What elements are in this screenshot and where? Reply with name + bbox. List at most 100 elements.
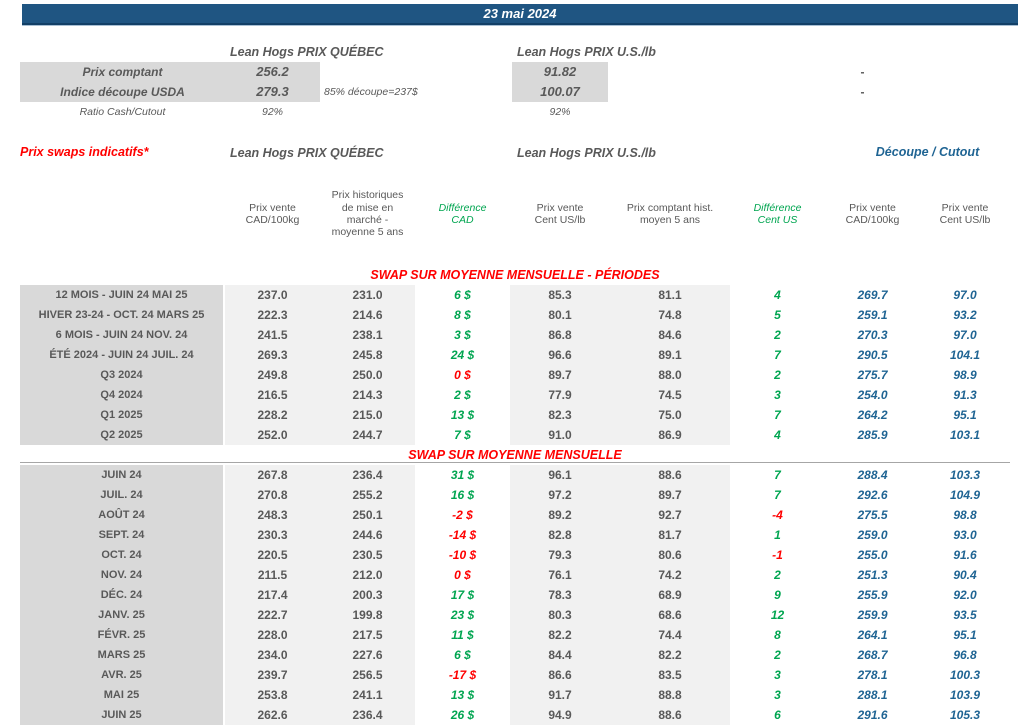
period-prix-vente-cad: 228.2	[225, 405, 320, 425]
month-prix-vente-us: 97.2	[510, 485, 610, 505]
month-cutout-us: 92.0	[920, 585, 1010, 605]
month-prix-historique-cad: 241.1	[320, 685, 415, 705]
month-prix-historique-cad: 212.0	[320, 565, 415, 585]
cutout-header: Découpe / Cutout	[835, 145, 1020, 159]
cutout-85-note: 85% découpe=237$	[324, 82, 504, 102]
month-cutout-us: 105.3	[920, 705, 1010, 725]
month-difference-cad: -10 $	[415, 545, 510, 565]
month-prix-historique-cad: 236.4	[320, 465, 415, 485]
period-prix-vente-us: 82.3	[510, 405, 610, 425]
month-cutout-cad: 278.1	[825, 665, 920, 685]
month-difference-cad: 6 $	[415, 645, 510, 665]
period-cutout-us: 98.9	[920, 365, 1010, 385]
period-row-label: Q2 2025	[20, 425, 225, 445]
month-cutout-cad: 255.0	[825, 545, 920, 565]
month-prix-historique-cad: 255.2	[320, 485, 415, 505]
month-prix-comptant-hist-us: 74.4	[610, 625, 730, 645]
month-cutout-cad: 292.6	[825, 485, 920, 505]
swaps-title: Prix swaps indicatifs*	[20, 145, 149, 159]
month-row-label: AVR. 25	[20, 665, 225, 685]
column-header-spacer	[20, 180, 225, 248]
month-row-label: MARS 25	[20, 645, 225, 665]
month-prix-vente-us: 84.4	[510, 645, 610, 665]
month-prix-comptant-hist-us: 68.9	[610, 585, 730, 605]
period-cutout-cad: 285.9	[825, 425, 920, 445]
period-row-label: HIVER 23-24 - OCT. 24 MARS 25	[20, 305, 225, 325]
spot-row-label: Ratio Cash/Cutout	[20, 102, 225, 122]
month-prix-vente-cad: 211.5	[225, 565, 320, 585]
month-cutout-us: 104.9	[920, 485, 1010, 505]
month-prix-vente-us: 86.6	[510, 665, 610, 685]
period-prix-comptant-hist-us: 74.5	[610, 385, 730, 405]
month-cutout-us: 91.6	[920, 545, 1010, 565]
spot-dash: -	[825, 82, 900, 102]
period-difference-us: 4	[730, 285, 825, 305]
month-prix-comptant-hist-us: 82.2	[610, 645, 730, 665]
month-prix-historique-cad: 200.3	[320, 585, 415, 605]
month-difference-cad: 0 $	[415, 565, 510, 585]
month-cutout-cad: 275.5	[825, 505, 920, 525]
period-prix-comptant-hist-us: 75.0	[610, 405, 730, 425]
divider-line	[20, 462, 1010, 463]
month-prix-historique-cad: 227.6	[320, 645, 415, 665]
period-cutout-cad: 269.7	[825, 285, 920, 305]
month-prix-historique-cad: 217.5	[320, 625, 415, 645]
period-prix-vente-us: 85.3	[510, 285, 610, 305]
spot-quebec-value: 279.3	[225, 82, 320, 102]
spot-row-label: Indice découpe USDA	[20, 82, 225, 102]
period-cutout-us: 97.0	[920, 325, 1010, 345]
month-row-label: MAI 25	[20, 685, 225, 705]
month-prix-vente-us: 82.8	[510, 525, 610, 545]
month-prix-comptant-hist-us: 89.7	[610, 485, 730, 505]
spot-row-label: Prix comptant	[20, 62, 225, 82]
month-row-label: SEPT. 24	[20, 525, 225, 545]
period-difference-us: 7	[730, 345, 825, 365]
month-prix-vente-us: 82.2	[510, 625, 610, 645]
month-prix-vente-us: 79.3	[510, 545, 610, 565]
month-cutout-cad: 255.9	[825, 585, 920, 605]
period-prix-comptant-hist-us: 81.1	[610, 285, 730, 305]
month-difference-us: 12	[730, 605, 825, 625]
month-prix-vente-cad: 267.8	[225, 465, 320, 485]
month-cutout-cad: 291.6	[825, 705, 920, 725]
date-banner: 23 mai 2024	[22, 4, 1018, 25]
period-difference-cad: 6 $	[415, 285, 510, 305]
period-prix-vente-us: 91.0	[510, 425, 610, 445]
month-difference-cad: 23 $	[415, 605, 510, 625]
swaps-quebec-header: Lean Hogs PRIX QUÉBEC	[230, 145, 384, 161]
month-prix-vente-us: 96.1	[510, 465, 610, 485]
period-prix-comptant-hist-us: 89.1	[610, 345, 730, 365]
month-cutout-us: 100.3	[920, 665, 1010, 685]
month-prix-vente-us: 91.7	[510, 685, 610, 705]
month-difference-us: 7	[730, 465, 825, 485]
period-difference-us: 2	[730, 365, 825, 385]
month-prix-comptant-hist-us: 81.7	[610, 525, 730, 545]
month-cutout-cad: 268.7	[825, 645, 920, 665]
month-row-label: OCT. 24	[20, 545, 225, 565]
month-difference-cad: -14 $	[415, 525, 510, 545]
month-cutout-us: 93.0	[920, 525, 1010, 545]
month-prix-vente-cad: 248.3	[225, 505, 320, 525]
spot-us-header: Lean Hogs PRIX U.S./lb	[517, 44, 656, 60]
column-header-prix-historiques: Prix historiques de mise en marché - moy…	[320, 180, 415, 248]
month-prix-vente-cad: 217.4	[225, 585, 320, 605]
month-difference-us: 3	[730, 665, 825, 685]
month-cutout-cad: 251.3	[825, 565, 920, 585]
period-difference-cad: 24 $	[415, 345, 510, 365]
month-difference-cad: -17 $	[415, 665, 510, 685]
month-prix-comptant-hist-us: 92.7	[610, 505, 730, 525]
month-prix-vente-cad: 230.3	[225, 525, 320, 545]
column-header-cutout-us: Prix vente Cent US/lb	[920, 180, 1010, 248]
period-cutout-us: 103.1	[920, 425, 1010, 445]
month-cutout-cad: 264.1	[825, 625, 920, 645]
month-cutout-cad: 288.1	[825, 685, 920, 705]
month-prix-comptant-hist-us: 74.2	[610, 565, 730, 585]
column-header-prix-comptant-hist: Prix comptant hist. moyen 5 ans	[610, 180, 730, 248]
spot-quebec-value: 92%	[225, 102, 320, 122]
month-row-label: JUIN 24	[20, 465, 225, 485]
period-prix-vente-cad: 222.3	[225, 305, 320, 325]
period-cutout-cad: 270.3	[825, 325, 920, 345]
column-header-row: Prix vente CAD/100kg Prix historiques de…	[20, 180, 1010, 248]
column-header-difference-cad: Différence CAD	[415, 180, 510, 248]
period-cutout-us: 91.3	[920, 385, 1010, 405]
